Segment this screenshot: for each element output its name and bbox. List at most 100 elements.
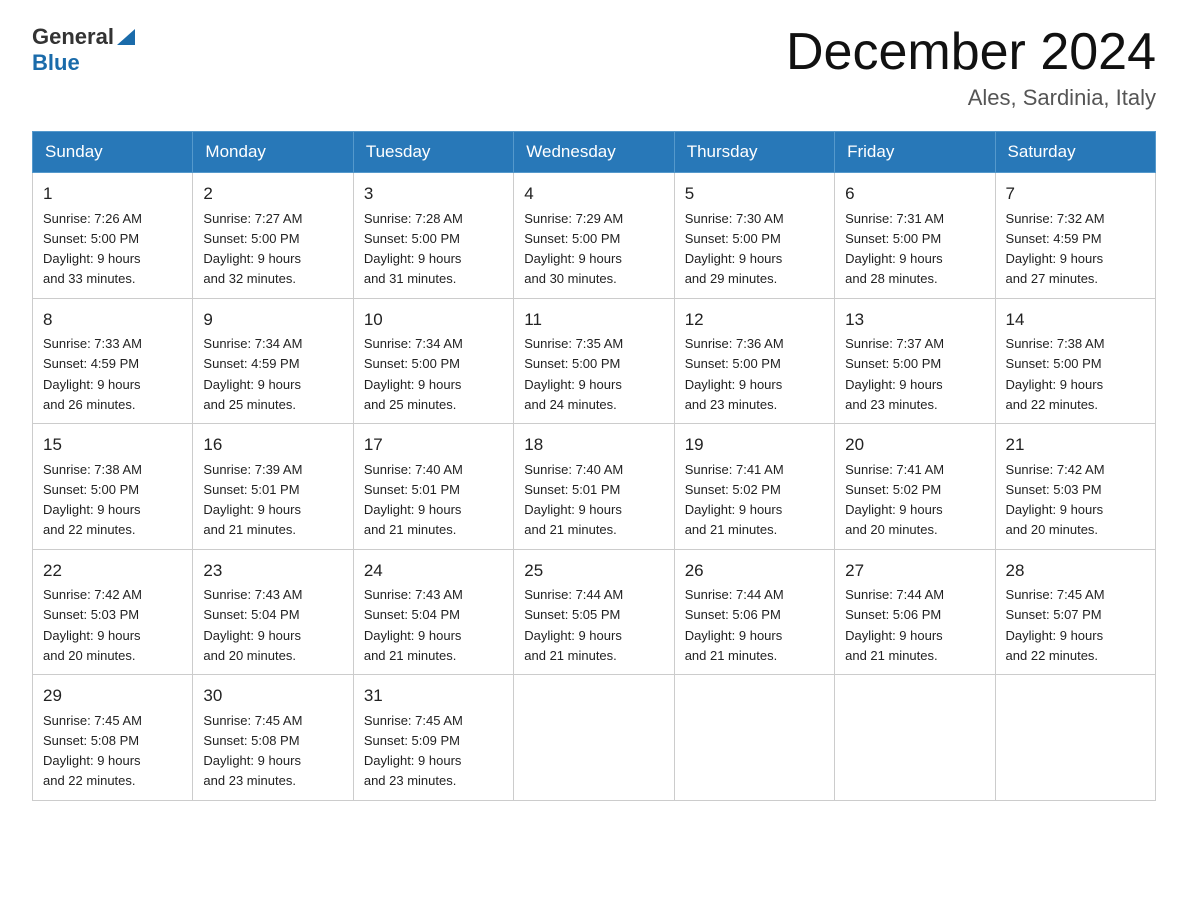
- day-info: Sunrise: 7:45 AMSunset: 5:07 PMDaylight:…: [1006, 587, 1105, 663]
- day-cell: 12 Sunrise: 7:36 AMSunset: 5:00 PMDayligh…: [674, 298, 834, 424]
- day-number: 18: [524, 432, 663, 458]
- day-cell: 8 Sunrise: 7:33 AMSunset: 4:59 PMDaylight…: [33, 298, 193, 424]
- day-cell: 9 Sunrise: 7:34 AMSunset: 4:59 PMDaylight…: [193, 298, 353, 424]
- day-info: Sunrise: 7:27 AMSunset: 5:00 PMDaylight:…: [203, 211, 302, 287]
- day-number: 7: [1006, 181, 1145, 207]
- day-info: Sunrise: 7:35 AMSunset: 5:00 PMDaylight:…: [524, 336, 623, 412]
- day-cell: 20 Sunrise: 7:41 AMSunset: 5:02 PMDayligh…: [835, 424, 995, 550]
- day-number: 1: [43, 181, 182, 207]
- day-info: Sunrise: 7:34 AMSunset: 4:59 PMDaylight:…: [203, 336, 302, 412]
- day-header-tuesday: Tuesday: [353, 132, 513, 173]
- day-cell: 5 Sunrise: 7:30 AMSunset: 5:00 PMDaylight…: [674, 173, 834, 299]
- day-number: 22: [43, 558, 182, 584]
- day-info: Sunrise: 7:42 AMSunset: 5:03 PMDaylight:…: [1006, 462, 1105, 538]
- day-info: Sunrise: 7:36 AMSunset: 5:00 PMDaylight:…: [685, 336, 784, 412]
- week-row-2: 8 Sunrise: 7:33 AMSunset: 4:59 PMDaylight…: [33, 298, 1156, 424]
- day-number: 24: [364, 558, 503, 584]
- day-number: 5: [685, 181, 824, 207]
- day-cell: 28 Sunrise: 7:45 AMSunset: 5:07 PMDayligh…: [995, 549, 1155, 675]
- day-info: Sunrise: 7:29 AMSunset: 5:00 PMDaylight:…: [524, 211, 623, 287]
- day-number: 21: [1006, 432, 1145, 458]
- day-number: 14: [1006, 307, 1145, 333]
- days-header-row: SundayMondayTuesdayWednesdayThursdayFrid…: [33, 132, 1156, 173]
- day-number: 31: [364, 683, 503, 709]
- calendar-table: SundayMondayTuesdayWednesdayThursdayFrid…: [32, 131, 1156, 801]
- day-info: Sunrise: 7:26 AMSunset: 5:00 PMDaylight:…: [43, 211, 142, 287]
- day-number: 25: [524, 558, 663, 584]
- day-info: Sunrise: 7:38 AMSunset: 5:00 PMDaylight:…: [1006, 336, 1105, 412]
- day-info: Sunrise: 7:31 AMSunset: 5:00 PMDaylight:…: [845, 211, 944, 287]
- day-number: 15: [43, 432, 182, 458]
- day-info: Sunrise: 7:45 AMSunset: 5:08 PMDaylight:…: [203, 713, 302, 789]
- day-number: 8: [43, 307, 182, 333]
- day-header-thursday: Thursday: [674, 132, 834, 173]
- month-title: December 2024: [786, 24, 1156, 81]
- day-info: Sunrise: 7:45 AMSunset: 5:09 PMDaylight:…: [364, 713, 463, 789]
- day-cell: 21 Sunrise: 7:42 AMSunset: 5:03 PMDayligh…: [995, 424, 1155, 550]
- day-info: Sunrise: 7:42 AMSunset: 5:03 PMDaylight:…: [43, 587, 142, 663]
- day-number: 9: [203, 307, 342, 333]
- week-row-3: 15 Sunrise: 7:38 AMSunset: 5:00 PMDayligh…: [33, 424, 1156, 550]
- day-info: Sunrise: 7:30 AMSunset: 5:00 PMDaylight:…: [685, 211, 784, 287]
- day-cell: 4Sunrise: 7:29 AMSunset: 5:00 PMDaylight…: [514, 173, 674, 299]
- day-info: Sunrise: 7:45 AMSunset: 5:08 PMDaylight:…: [43, 713, 142, 789]
- day-cell: 10 Sunrise: 7:34 AMSunset: 5:00 PMDayligh…: [353, 298, 513, 424]
- day-header-saturday: Saturday: [995, 132, 1155, 173]
- day-cell: 19 Sunrise: 7:41 AMSunset: 5:02 PMDayligh…: [674, 424, 834, 550]
- week-row-1: 1 Sunrise: 7:26 AMSunset: 5:00 PMDaylight…: [33, 173, 1156, 299]
- day-info: Sunrise: 7:44 AMSunset: 5:06 PMDaylight:…: [845, 587, 944, 663]
- day-cell: 23Sunrise: 7:43 AMSunset: 5:04 PMDayligh…: [193, 549, 353, 675]
- day-cell: 30 Sunrise: 7:45 AMSunset: 5:08 PMDayligh…: [193, 675, 353, 801]
- day-cell: 14 Sunrise: 7:38 AMSunset: 5:00 PMDayligh…: [995, 298, 1155, 424]
- day-number: 19: [685, 432, 824, 458]
- week-row-4: 22 Sunrise: 7:42 AMSunset: 5:03 PMDayligh…: [33, 549, 1156, 675]
- day-info: Sunrise: 7:37 AMSunset: 5:00 PMDaylight:…: [845, 336, 944, 412]
- logo-triangle-icon: [115, 25, 137, 47]
- day-number: 13: [845, 307, 984, 333]
- day-info: Sunrise: 7:44 AMSunset: 5:05 PMDaylight:…: [524, 587, 623, 663]
- logo-general-text: General: [32, 24, 114, 50]
- day-cell: 22 Sunrise: 7:42 AMSunset: 5:03 PMDayligh…: [33, 549, 193, 675]
- day-info: Sunrise: 7:41 AMSunset: 5:02 PMDaylight:…: [685, 462, 784, 538]
- day-cell: 31 Sunrise: 7:45 AMSunset: 5:09 PMDayligh…: [353, 675, 513, 801]
- day-cell: 7Sunrise: 7:32 AMSunset: 4:59 PMDaylight…: [995, 173, 1155, 299]
- day-info: Sunrise: 7:38 AMSunset: 5:00 PMDaylight:…: [43, 462, 142, 538]
- day-number: 17: [364, 432, 503, 458]
- day-cell: 24 Sunrise: 7:43 AMSunset: 5:04 PMDayligh…: [353, 549, 513, 675]
- day-header-wednesday: Wednesday: [514, 132, 674, 173]
- day-info: Sunrise: 7:34 AMSunset: 5:00 PMDaylight:…: [364, 336, 463, 412]
- day-number: 29: [43, 683, 182, 709]
- day-info: Sunrise: 7:28 AMSunset: 5:00 PMDaylight:…: [364, 211, 463, 287]
- day-info: Sunrise: 7:44 AMSunset: 5:06 PMDaylight:…: [685, 587, 784, 663]
- day-number: 20: [845, 432, 984, 458]
- day-number: 28: [1006, 558, 1145, 584]
- day-number: 30: [203, 683, 342, 709]
- day-cell: 13 Sunrise: 7:37 AMSunset: 5:00 PMDayligh…: [835, 298, 995, 424]
- day-number: 2: [203, 181, 342, 207]
- day-number: 16: [203, 432, 342, 458]
- day-info: Sunrise: 7:40 AMSunset: 5:01 PMDaylight:…: [524, 462, 623, 538]
- day-cell: 16Sunrise: 7:39 AMSunset: 5:01 PMDayligh…: [193, 424, 353, 550]
- day-number: 27: [845, 558, 984, 584]
- day-info: Sunrise: 7:33 AMSunset: 4:59 PMDaylight:…: [43, 336, 142, 412]
- day-header-sunday: Sunday: [33, 132, 193, 173]
- day-number: 10: [364, 307, 503, 333]
- day-number: 3: [364, 181, 503, 207]
- day-info: Sunrise: 7:41 AMSunset: 5:02 PMDaylight:…: [845, 462, 944, 538]
- day-cell: 2 Sunrise: 7:27 AMSunset: 5:00 PMDaylight…: [193, 173, 353, 299]
- header: General Blue December 2024 Ales, Sardini…: [32, 24, 1156, 111]
- day-number: 11: [524, 307, 663, 333]
- day-number: 12: [685, 307, 824, 333]
- logo: General Blue: [32, 24, 137, 76]
- day-cell: 26Sunrise: 7:44 AMSunset: 5:06 PMDayligh…: [674, 549, 834, 675]
- day-header-monday: Monday: [193, 132, 353, 173]
- day-cell: [514, 675, 674, 801]
- day-cell: 6 Sunrise: 7:31 AMSunset: 5:00 PMDaylight…: [835, 173, 995, 299]
- day-cell: 29 Sunrise: 7:45 AMSunset: 5:08 PMDayligh…: [33, 675, 193, 801]
- day-cell: [674, 675, 834, 801]
- day-number: 6: [845, 181, 984, 207]
- day-header-friday: Friday: [835, 132, 995, 173]
- title-area: December 2024 Ales, Sardinia, Italy: [786, 24, 1156, 111]
- day-info: Sunrise: 7:43 AMSunset: 5:04 PMDaylight:…: [364, 587, 463, 663]
- day-cell: 3 Sunrise: 7:28 AMSunset: 5:00 PMDaylight…: [353, 173, 513, 299]
